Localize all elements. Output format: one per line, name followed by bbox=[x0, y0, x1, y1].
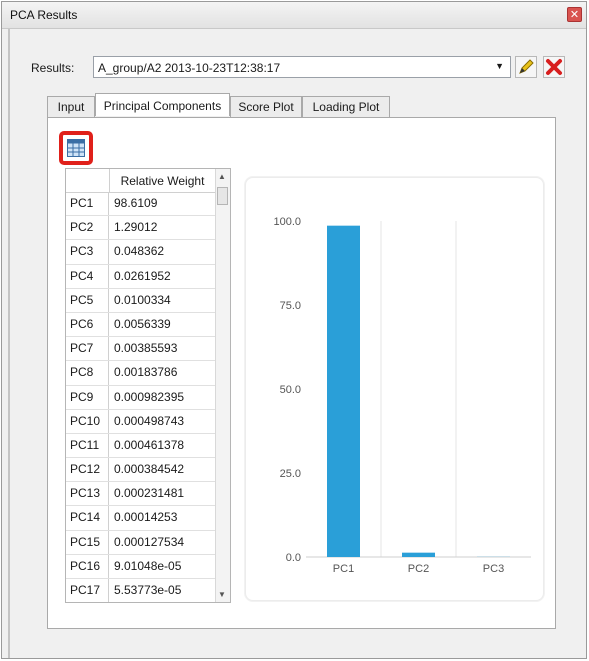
x-tick-label: PC1 bbox=[333, 563, 354, 575]
table-view-toggle-button[interactable] bbox=[59, 131, 93, 165]
window-title: PCA Results bbox=[10, 8, 78, 22]
table-row[interactable]: PC10 0.000498743 bbox=[66, 409, 215, 434]
scrollbar-thumb[interactable] bbox=[217, 187, 228, 205]
tab-input[interactable]: Input bbox=[47, 96, 95, 117]
close-window-button[interactable]: ✕ bbox=[567, 7, 582, 22]
tab-score-plot[interactable]: Score Plot bbox=[230, 96, 302, 117]
x-tick-label: PC3 bbox=[483, 563, 504, 575]
table-row[interactable]: PC13 0.000231481 bbox=[66, 482, 215, 507]
bar-pc2[interactable] bbox=[402, 552, 435, 557]
table-scrollbar[interactable]: ▲ ▼ bbox=[215, 169, 230, 602]
relative-weight-cell[interactable]: 0.0261952 bbox=[114, 265, 171, 288]
column-header-relative-weight[interactable]: Relative Weight bbox=[110, 174, 215, 188]
table-row[interactable]: PC5 0.0100334 bbox=[66, 288, 215, 313]
row-header: PC6 bbox=[66, 312, 109, 337]
row-header: PC10 bbox=[66, 409, 109, 433]
red-x-icon bbox=[546, 59, 562, 75]
row-header: PC13 bbox=[66, 482, 109, 506]
relative-weight-cell[interactable]: 0.000384542 bbox=[114, 458, 184, 481]
relative-weight-cell[interactable]: 5.53773e-05 bbox=[114, 579, 181, 602]
table-row[interactable]: PC15 0.000127534 bbox=[66, 530, 215, 555]
relative-weight-cell[interactable]: 98.6109 bbox=[114, 192, 157, 215]
row-header: PC15 bbox=[66, 530, 109, 554]
row-header: PC11 bbox=[66, 433, 109, 458]
tab-principal-components[interactable]: Principal Components bbox=[95, 93, 230, 116]
row-header: PC14 bbox=[66, 506, 109, 530]
table-row[interactable]: PC3 0.048362 bbox=[66, 240, 215, 265]
table-row[interactable]: PC17 5.53773e-05 bbox=[66, 579, 215, 602]
edit-result-button[interactable] bbox=[515, 56, 537, 78]
relative-weight-cell[interactable]: 0.0056339 bbox=[114, 313, 171, 336]
tab-loading-plot[interactable]: Loading Plot bbox=[302, 96, 390, 117]
chevron-down-icon: ▼ bbox=[495, 61, 504, 71]
table-grid-icon bbox=[67, 139, 85, 157]
table-row[interactable]: PC9 0.000982395 bbox=[66, 385, 215, 410]
results-selected-value: A_group/A2 2013-10-23T12:38:17 bbox=[98, 61, 281, 75]
relative-weight-cell[interactable]: 0.00183786 bbox=[114, 361, 177, 384]
row-header: PC17 bbox=[66, 579, 109, 602]
scroll-up-icon[interactable]: ▲ bbox=[218, 172, 226, 181]
y-tick-label: 25.0 bbox=[280, 468, 301, 480]
row-header: PC2 bbox=[66, 216, 109, 240]
table-row[interactable]: PC4 0.0261952 bbox=[66, 264, 215, 289]
bar-chart-svg: 100.0 75.0 50.0 25.0 0.0 PC1 PC2 PC3 bbox=[273, 216, 531, 575]
row-header: PC1 bbox=[66, 192, 109, 216]
scroll-down-icon[interactable]: ▼ bbox=[218, 590, 226, 599]
table-row[interactable]: PC12 0.000384542 bbox=[66, 458, 215, 483]
table-row[interactable]: PC14 0.00014253 bbox=[66, 506, 215, 531]
results-select[interactable]: A_group/A2 2013-10-23T12:38:17 ▼ bbox=[93, 56, 511, 78]
row-header: PC9 bbox=[66, 385, 109, 409]
window-left-edge bbox=[8, 29, 10, 658]
relative-weight-chart: 100.0 75.0 50.0 25.0 0.0 PC1 PC2 PC3 bbox=[245, 177, 544, 601]
bar-pc1[interactable] bbox=[327, 225, 360, 558]
row-header: PC12 bbox=[66, 458, 109, 482]
table-row[interactable]: PC7 0.00385593 bbox=[66, 337, 215, 362]
row-header: PC16 bbox=[66, 554, 109, 578]
table-row[interactable]: PC11 0.000461378 bbox=[66, 433, 215, 459]
table-row[interactable]: PC6 0.0056339 bbox=[66, 312, 215, 338]
title-bar: PCA Results ✕ bbox=[2, 2, 586, 29]
principal-components-table: Relative Weight PC1 98.6109 PC2 1.29012 PC3 0… bbox=[65, 168, 231, 603]
row-header: PC4 bbox=[66, 264, 109, 288]
table-body: PC1 98.6109 PC2 1.29012 PC3 0.048362 PC4 0.0261… bbox=[66, 192, 215, 602]
y-tick-label: 100.0 bbox=[273, 216, 301, 228]
table-row[interactable]: PC8 0.00183786 bbox=[66, 361, 215, 386]
row-header: PC7 bbox=[66, 337, 109, 361]
row-header: PC5 bbox=[66, 288, 109, 312]
relative-weight-cell[interactable]: 0.000498743 bbox=[114, 410, 184, 433]
relative-weight-cell[interactable]: 0.0100334 bbox=[114, 289, 171, 312]
relative-weight-cell[interactable]: 0.000461378 bbox=[114, 434, 184, 457]
relative-weight-cell[interactable]: 0.048362 bbox=[114, 240, 164, 263]
relative-weight-cell[interactable]: 0.000231481 bbox=[114, 482, 184, 505]
y-tick-label: 50.0 bbox=[280, 384, 301, 396]
row-header: PC8 bbox=[66, 361, 109, 385]
pencil-icon bbox=[519, 59, 534, 74]
table-row[interactable]: PC16 9.01048e-05 bbox=[66, 554, 215, 579]
y-tick-label: 75.0 bbox=[280, 300, 301, 312]
relative-weight-cell[interactable]: 0.00014253 bbox=[114, 506, 177, 529]
table-corner bbox=[66, 169, 110, 192]
relative-weight-cell[interactable]: 0.000982395 bbox=[114, 386, 184, 409]
relative-weight-cell[interactable]: 9.01048e-05 bbox=[114, 555, 181, 578]
y-tick-label: 0.0 bbox=[286, 552, 301, 564]
table-header: Relative Weight bbox=[66, 169, 215, 193]
x-tick-label: PC2 bbox=[408, 563, 429, 575]
relative-weight-cell[interactable]: 1.29012 bbox=[114, 216, 157, 239]
results-label: Results: bbox=[31, 61, 75, 75]
relative-weight-cell[interactable]: 0.000127534 bbox=[114, 531, 184, 554]
row-header: PC3 bbox=[66, 240, 109, 264]
relative-weight-cell[interactable]: 0.00385593 bbox=[114, 337, 177, 360]
table-row[interactable]: PC1 98.6109 bbox=[66, 192, 215, 217]
table-row[interactable]: PC2 1.29012 bbox=[66, 216, 215, 241]
delete-result-button[interactable] bbox=[543, 56, 565, 78]
